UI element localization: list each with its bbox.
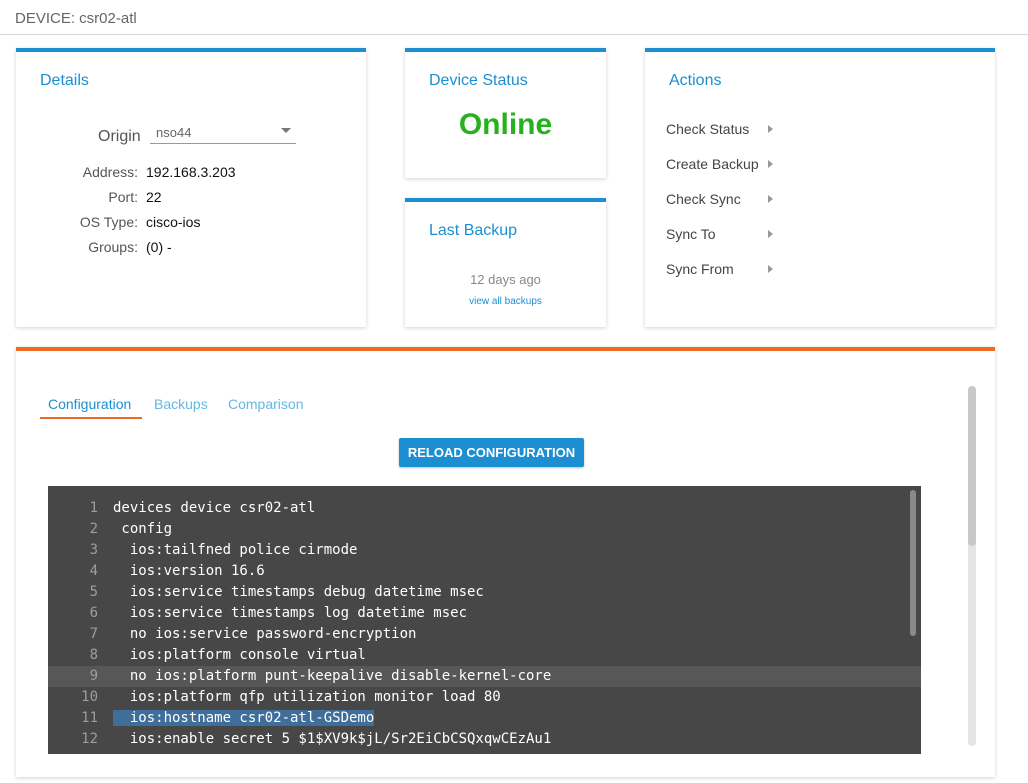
line-text: ios:platform console virtual <box>113 647 366 663</box>
code-line: 10 ios:platform qfp utilization monitor … <box>48 687 921 708</box>
line-number: 12 <box>81 731 98 747</box>
configuration-panel: Configuration Backups Comparison RELOAD … <box>16 347 995 777</box>
action-label: Create Backup <box>666 156 759 172</box>
line-number: 2 <box>89 521 98 537</box>
line-text: no ios:platform punt-keepalive disable-k… <box>113 668 552 684</box>
line-number: 7 <box>89 626 98 642</box>
code-line: 1 devices device csr02-atl <box>48 498 921 519</box>
actions-title: Actions <box>669 72 722 89</box>
origin-label: Origin <box>98 128 141 145</box>
port-label: Port: <box>108 189 138 205</box>
device-status-card: Device Status Online <box>405 48 606 178</box>
chevron-right-icon <box>768 265 773 273</box>
line-number: 4 <box>89 563 98 579</box>
line-text: ios:tailfned police cirmode <box>113 542 358 558</box>
chevron-right-icon <box>768 230 773 238</box>
code-line: 2 config <box>48 519 921 540</box>
page-title: DEVICE: csr02-atl <box>15 10 137 27</box>
code-line: 8 ios:platform console virtual <box>48 645 921 666</box>
sync-from-action[interactable]: Sync From <box>666 258 786 280</box>
line-text: ios:service timestamps debug datetime ms… <box>113 584 484 600</box>
device-status-title: Device Status <box>429 72 528 89</box>
selected-text: ios:hostname csr02-atl-GSDemo <box>113 710 375 726</box>
line-text: ios:platform qfp utilization monitor loa… <box>113 689 501 705</box>
chevron-right-icon <box>768 125 773 133</box>
last-backup-card: Last Backup 12 days ago view all backups <box>405 198 606 327</box>
code-line: 3 ios:tailfned police cirmode <box>48 540 921 561</box>
action-label: Check Sync <box>666 191 741 207</box>
editor-scrollbar[interactable] <box>910 490 916 636</box>
create-backup-action[interactable]: Create Backup <box>666 153 786 175</box>
check-sync-action[interactable]: Check Sync <box>666 188 786 210</box>
os-type-value: cisco-ios <box>146 214 201 230</box>
port-row: Port: 22 <box>28 189 161 207</box>
code-line: 6 ios:service timestamps log datetime ms… <box>48 603 921 624</box>
panel-scrollbar-thumb[interactable] <box>968 386 976 546</box>
chevron-right-icon <box>768 195 773 203</box>
origin-value: nso44 <box>156 125 192 140</box>
groups-label: Groups: <box>88 239 138 255</box>
port-value: 22 <box>146 189 162 205</box>
line-text: ios:version 16.6 <box>113 563 265 579</box>
address-row: Address: 192.168.3.203 <box>28 164 236 182</box>
line-number: 8 <box>89 647 98 663</box>
view-all-backups-link[interactable]: view all backups <box>405 296 606 307</box>
address-value: 192.168.3.203 <box>146 164 236 180</box>
actions-card: Actions Check Status Create Backup Check… <box>645 48 995 327</box>
os-type-label: OS Type: <box>79 214 138 230</box>
line-text: ios:hostname csr02-atl-GSDemo <box>113 708 375 729</box>
line-number: 1 <box>89 500 98 516</box>
line-text: no ios:service password-encryption <box>113 626 417 642</box>
line-text: config <box>113 521 173 537</box>
status-value: Online <box>458 108 553 141</box>
origin-select[interactable]: nso44 <box>150 122 296 144</box>
tab-backups[interactable]: Backups <box>154 396 208 412</box>
chevron-right-icon <box>768 160 773 168</box>
line-number: 6 <box>89 605 98 621</box>
line-number: 10 <box>81 689 98 705</box>
os-type-row: OS Type: cisco-ios <box>28 214 201 232</box>
code-line: 4 ios:version 16.6 <box>48 561 921 582</box>
backup-age: 12 days ago <box>470 272 541 287</box>
code-line: 7 no ios:service password-encryption <box>48 624 921 645</box>
details-card: Details Origin nso44 Address: 192.168.3.… <box>16 48 366 327</box>
code-line: 5 ios:service timestamps debug datetime … <box>48 582 921 603</box>
code-line-highlighted: 9 no ios:platform punt-keepalive disable… <box>48 666 921 687</box>
groups-row: Groups: (0) - <box>28 239 171 257</box>
line-text: ios:service timestamps log datetime msec <box>113 605 468 621</box>
code-line-selected: 11 ios:hostname csr02-atl-GSDemo <box>48 708 921 729</box>
address-label: Address: <box>82 164 138 180</box>
action-label: Sync From <box>666 261 734 277</box>
sync-to-action[interactable]: Sync To <box>666 223 786 245</box>
action-label: Check Status <box>666 121 750 137</box>
details-title: Details <box>40 72 89 89</box>
reload-configuration-button[interactable]: RELOAD CONFIGURATION <box>399 438 584 467</box>
code-line: 12 ios:enable secret 5 $1$XV9k$jL/Sr2EiC… <box>48 729 921 750</box>
line-number: 3 <box>89 542 98 558</box>
line-number: 5 <box>89 584 98 600</box>
line-number: 11 <box>81 710 98 726</box>
config-editor[interactable]: 1 devices device csr02-atl 2 config 3 io… <box>48 486 921 754</box>
check-status-action[interactable]: Check Status <box>666 118 786 140</box>
action-label: Sync To <box>666 226 716 242</box>
top-bar: DEVICE: csr02-atl <box>0 0 1028 35</box>
chevron-down-icon <box>281 128 291 133</box>
line-text: devices device csr02-atl <box>113 500 316 516</box>
line-number: 9 <box>89 668 98 684</box>
tab-configuration[interactable]: Configuration <box>48 396 131 412</box>
line-text: ios:enable secret 5 $1$XV9k$jL/Sr2EiCbCS… <box>113 731 552 747</box>
active-tab-indicator <box>40 417 142 419</box>
tab-comparison[interactable]: Comparison <box>228 396 303 412</box>
groups-value: (0) - <box>146 239 172 255</box>
last-backup-title: Last Backup <box>429 222 518 239</box>
